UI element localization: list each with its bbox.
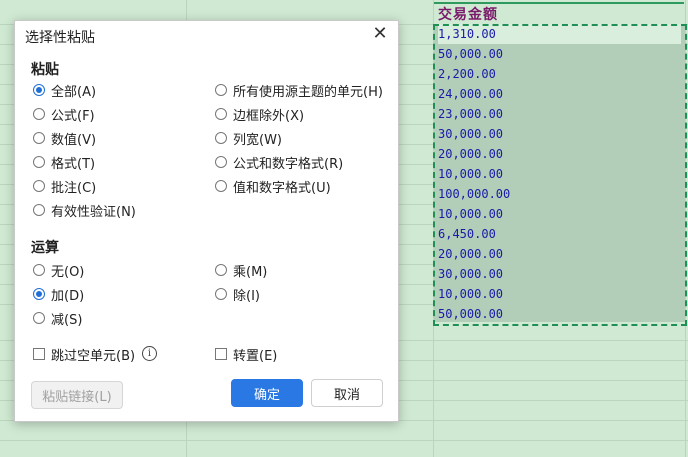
option-label: 值和数字格式(U) xyxy=(233,180,331,196)
radio-icon[interactable] xyxy=(33,204,45,216)
radio-icon[interactable] xyxy=(215,132,227,144)
paste-option-validation[interactable]: 有效性验证(N) xyxy=(33,200,136,220)
operation-option-none[interactable]: 无(O) xyxy=(33,260,84,280)
row-gridline xyxy=(0,440,688,441)
radio-icon[interactable] xyxy=(215,288,227,300)
paste-option-except-borders[interactable]: 边框除外(X) xyxy=(215,104,304,124)
radio-selected-icon[interactable] xyxy=(33,84,45,96)
operation-option-add[interactable]: 加(D) xyxy=(33,284,84,304)
radio-icon[interactable] xyxy=(215,180,227,192)
radio-selected-icon[interactable] xyxy=(33,288,45,300)
skip-blanks-checkbox[interactable]: 跳过空单元(B) xyxy=(33,344,135,364)
radio-icon[interactable] xyxy=(33,108,45,120)
paste-option-values-number-formats[interactable]: 值和数字格式(U) xyxy=(215,176,331,196)
option-label: 公式(F) xyxy=(51,108,95,124)
radio-icon[interactable] xyxy=(33,312,45,324)
option-label: 批注(C) xyxy=(51,180,97,196)
paste-special-dialog: 选择性粘贴 ✕ 粘贴 全部(A) 公式(F) 数值(V) 格式(T) 批注(C)… xyxy=(14,20,399,422)
operation-option-divide[interactable]: 除(I) xyxy=(215,284,260,304)
option-label: 转置(E) xyxy=(233,348,278,364)
option-label: 列宽(W) xyxy=(233,132,282,148)
operation-option-subtract[interactable]: 减(S) xyxy=(33,308,82,328)
option-label: 所有使用源主题的单元(H) xyxy=(233,84,383,100)
paste-option-formulas-number-formats[interactable]: 公式和数字格式(R) xyxy=(215,152,343,172)
radio-icon[interactable] xyxy=(33,156,45,168)
dialog-title: 选择性粘贴 xyxy=(25,30,95,46)
option-label: 除(I) xyxy=(233,288,260,304)
close-icon[interactable]: ✕ xyxy=(370,24,390,44)
option-label: 无(O) xyxy=(51,264,85,280)
option-label: 减(S) xyxy=(51,312,83,328)
radio-icon[interactable] xyxy=(215,84,227,96)
paste-option-all[interactable]: 全部(A) xyxy=(33,80,96,100)
paste-option-formulas[interactable]: 公式(F) xyxy=(33,104,95,124)
option-label: 跳过空单元(B) xyxy=(51,348,136,364)
paste-option-column-widths[interactable]: 列宽(W) xyxy=(215,128,282,148)
cancel-button[interactable]: 取消 xyxy=(311,379,383,407)
column-header-amount[interactable]: 交易金额 xyxy=(438,4,498,24)
paste-option-values[interactable]: 数值(V) xyxy=(33,128,96,148)
option-label: 有效性验证(N) xyxy=(51,204,136,220)
operation-option-multiply[interactable]: 乘(M) xyxy=(215,260,267,280)
operation-section-heading: 运算 xyxy=(31,240,59,256)
checkbox-icon[interactable] xyxy=(215,348,227,360)
paste-option-source-theme[interactable]: 所有使用源主题的单元(H) xyxy=(215,80,383,100)
transpose-checkbox[interactable]: 转置(E) xyxy=(215,344,277,364)
radio-icon[interactable] xyxy=(215,108,227,120)
option-label: 乘(M) xyxy=(233,264,268,280)
copy-marquee xyxy=(433,24,687,326)
radio-icon[interactable] xyxy=(33,132,45,144)
option-label: 边框除外(X) xyxy=(233,108,305,124)
checkbox-icon[interactable] xyxy=(33,348,45,360)
paste-option-formats[interactable]: 格式(T) xyxy=(33,152,95,172)
ok-button[interactable]: 确定 xyxy=(231,379,303,407)
radio-icon[interactable] xyxy=(215,264,227,276)
option-label: 加(D) xyxy=(51,288,85,304)
option-label: 数值(V) xyxy=(51,132,97,148)
radio-icon[interactable] xyxy=(33,264,45,276)
paste-option-comments[interactable]: 批注(C) xyxy=(33,176,96,196)
radio-icon[interactable] xyxy=(33,180,45,192)
option-label: 公式和数字格式(R) xyxy=(233,156,344,172)
option-label: 全部(A) xyxy=(51,84,97,100)
paste-link-button[interactable]: 粘贴链接(L) xyxy=(31,381,123,409)
radio-icon[interactable] xyxy=(215,156,227,168)
info-icon[interactable]: i xyxy=(142,346,157,361)
option-label: 格式(T) xyxy=(51,156,96,172)
paste-section-heading: 粘贴 xyxy=(31,62,59,78)
